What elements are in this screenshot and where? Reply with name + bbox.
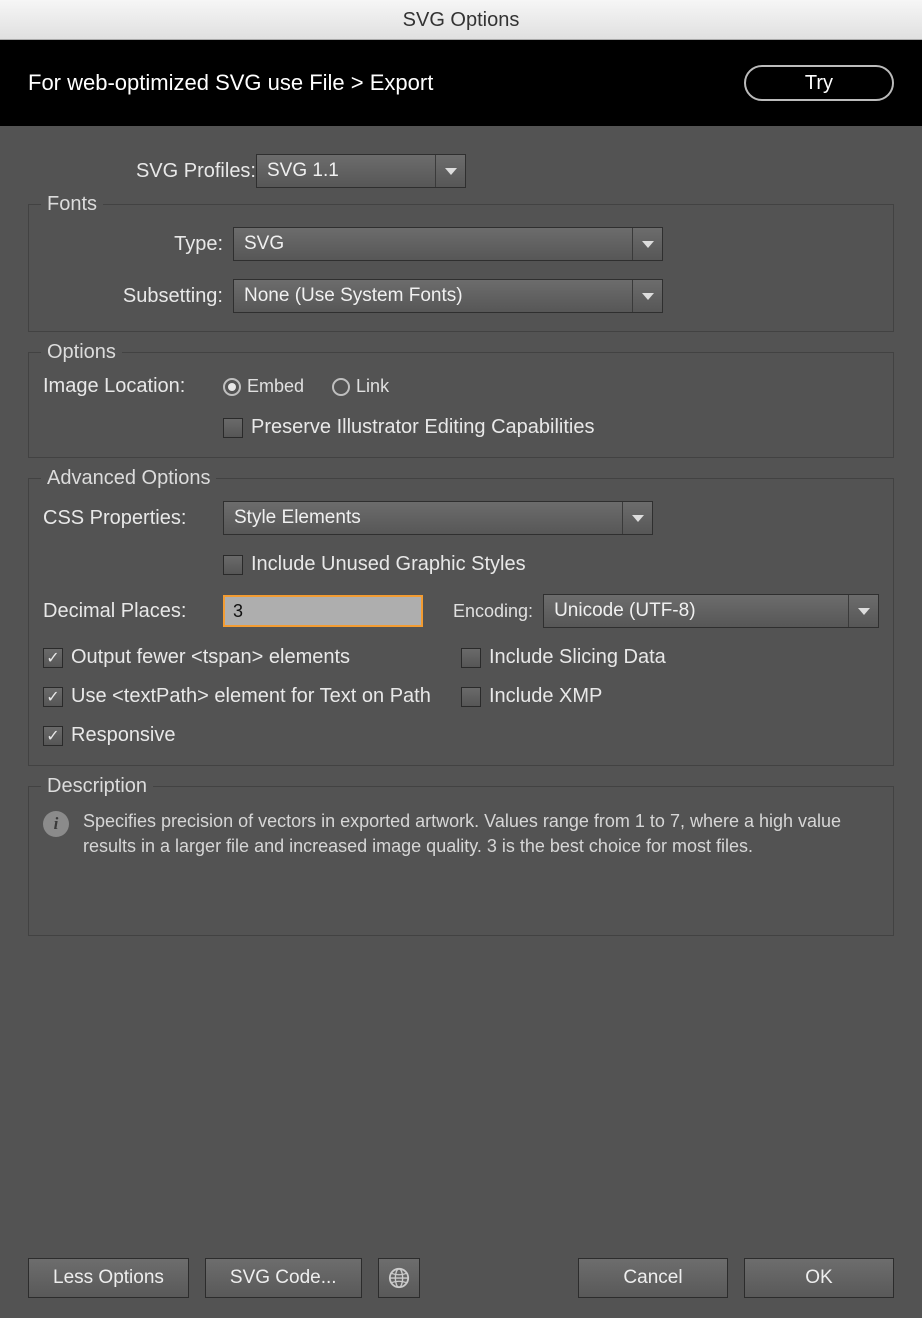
promo-banner: For web-optimized SVG use File > Export … xyxy=(0,40,922,126)
image-location-label: Image Location: xyxy=(43,375,213,398)
slicing-data-label: Include Slicing Data xyxy=(489,646,666,669)
embed-radio[interactable]: Embed xyxy=(223,376,304,397)
embed-radio-label: Embed xyxy=(247,376,304,397)
advanced-options-group: Advanced Options CSS Properties: Style E… xyxy=(28,478,894,766)
css-properties-value: Style Elements xyxy=(224,507,622,529)
responsive-checkbox[interactable]: ✓ Responsive xyxy=(43,724,461,747)
less-options-button[interactable]: Less Options xyxy=(28,1258,189,1298)
checkbox-icon xyxy=(461,648,481,668)
textpath-label: Use <textPath> element for Text on Path xyxy=(71,685,431,708)
svg-profiles-select[interactable]: SVG 1.1 xyxy=(256,154,466,188)
link-radio[interactable]: Link xyxy=(332,376,389,397)
output-tspan-label: Output fewer <tspan> elements xyxy=(71,646,350,669)
try-button-label: Try xyxy=(805,72,833,94)
ok-button[interactable]: OK xyxy=(744,1258,894,1298)
cancel-button[interactable]: Cancel xyxy=(578,1258,728,1298)
cancel-label: Cancel xyxy=(623,1267,682,1289)
checkbox-icon: ✓ xyxy=(43,648,63,668)
checkbox-icon: ✓ xyxy=(43,726,63,746)
responsive-label: Responsive xyxy=(71,724,176,747)
radio-icon xyxy=(332,378,350,396)
encoding-value: Unicode (UTF-8) xyxy=(544,600,848,622)
try-button[interactable]: Try xyxy=(744,65,894,101)
font-type-label: Type: xyxy=(43,233,223,256)
css-properties-label: CSS Properties: xyxy=(43,507,213,530)
link-radio-label: Link xyxy=(356,376,389,397)
window-title: SVG Options xyxy=(403,9,520,31)
fonts-legend: Fonts xyxy=(41,193,103,216)
css-properties-select[interactable]: Style Elements xyxy=(223,501,653,535)
font-type-select[interactable]: SVG xyxy=(233,227,663,261)
advanced-legend: Advanced Options xyxy=(41,467,216,490)
font-type-value: SVG xyxy=(234,233,632,255)
svg-code-button[interactable]: SVG Code... xyxy=(205,1258,362,1298)
decimal-places-label: Decimal Places: xyxy=(43,600,213,623)
font-subsetting-value: None (Use System Fonts) xyxy=(234,285,632,307)
description-group: Description i Specifies precision of vec… xyxy=(28,786,894,936)
include-xmp-checkbox[interactable]: Include XMP xyxy=(461,685,879,708)
svg-profiles-value: SVG 1.1 xyxy=(257,160,435,182)
info-icon: i xyxy=(43,811,69,837)
encoding-label: Encoding: xyxy=(453,601,533,622)
description-legend: Description xyxy=(41,775,153,798)
ok-label: OK xyxy=(805,1267,832,1289)
web-preview-button[interactable] xyxy=(378,1258,420,1298)
output-tspan-checkbox[interactable]: ✓ Output fewer <tspan> elements xyxy=(43,646,461,669)
include-xmp-label: Include XMP xyxy=(489,685,602,708)
promo-text: For web-optimized SVG use File > Export xyxy=(28,70,433,96)
slicing-data-checkbox[interactable]: Include Slicing Data xyxy=(461,646,879,669)
chevron-down-icon xyxy=(435,155,465,187)
checkbox-icon: ✓ xyxy=(43,687,63,707)
checkbox-icon xyxy=(223,418,243,438)
options-group: Options Image Location: Embed Link Prese… xyxy=(28,352,894,458)
encoding-select[interactable]: Unicode (UTF-8) xyxy=(543,594,879,628)
description-text: Specifies precision of vectors in export… xyxy=(83,809,879,859)
svg-profiles-label: SVG Profiles: xyxy=(56,160,256,183)
globe-icon xyxy=(388,1267,410,1289)
preserve-checkbox[interactable]: Preserve Illustrator Editing Capabilitie… xyxy=(223,416,595,439)
include-unused-checkbox[interactable]: Include Unused Graphic Styles xyxy=(223,553,526,576)
checkbox-icon xyxy=(461,687,481,707)
dialog-button-bar: Less Options SVG Code... Cancel OK xyxy=(28,1258,894,1298)
chevron-down-icon xyxy=(848,595,878,627)
preserve-label: Preserve Illustrator Editing Capabilitie… xyxy=(251,416,595,439)
decimal-places-input[interactable] xyxy=(223,595,423,627)
textpath-checkbox[interactable]: ✓ Use <textPath> element for Text on Pat… xyxy=(43,685,461,708)
radio-icon xyxy=(223,378,241,396)
font-subsetting-select[interactable]: None (Use System Fonts) xyxy=(233,279,663,313)
less-options-label: Less Options xyxy=(53,1267,164,1289)
fonts-group: Fonts Type: SVG Subsetting: None (Use Sy… xyxy=(28,204,894,332)
chevron-down-icon xyxy=(632,228,662,260)
include-unused-label: Include Unused Graphic Styles xyxy=(251,553,526,576)
options-legend: Options xyxy=(41,341,122,364)
chevron-down-icon xyxy=(622,502,652,534)
font-subsetting-label: Subsetting: xyxy=(43,285,223,308)
checkbox-icon xyxy=(223,555,243,575)
svg-code-label: SVG Code... xyxy=(230,1267,337,1289)
window-titlebar: SVG Options xyxy=(0,0,922,40)
chevron-down-icon xyxy=(632,280,662,312)
